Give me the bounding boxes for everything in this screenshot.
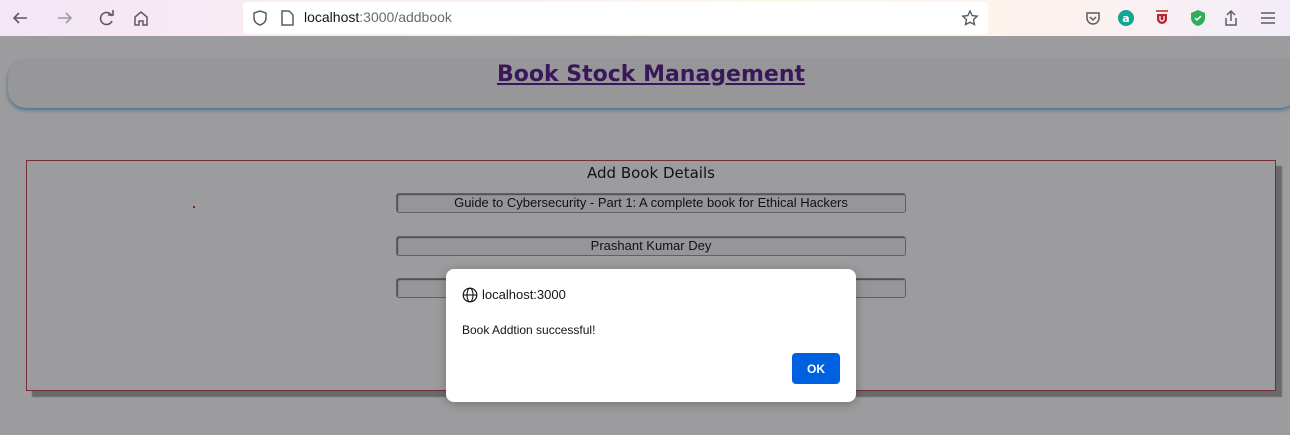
bookmark-star-icon[interactable] xyxy=(958,6,982,30)
extension-a-icon[interactable]: a xyxy=(1114,6,1138,30)
url-text[interactable]: localhost:3000/addbook xyxy=(304,9,452,25)
back-icon[interactable] xyxy=(8,6,32,30)
share-icon[interactable] xyxy=(1219,6,1243,30)
forward-icon[interactable] xyxy=(53,6,77,30)
url-host: localhost xyxy=(304,9,360,25)
menu-icon[interactable] xyxy=(1256,6,1280,30)
tracking-shield-icon[interactable] xyxy=(248,6,272,30)
extension-shield-icon[interactable] xyxy=(1186,6,1210,30)
alert-dialog: localhost:3000 Book Addtion successful! … xyxy=(446,269,856,402)
page-icon[interactable] xyxy=(275,6,299,30)
pocket-icon[interactable] xyxy=(1081,6,1105,30)
dialog-origin: localhost:3000 xyxy=(482,287,566,302)
svg-text:a: a xyxy=(1122,12,1129,25)
url-path: :3000/addbook xyxy=(359,9,452,25)
reload-icon[interactable] xyxy=(95,6,119,30)
ok-button[interactable]: OK xyxy=(792,353,840,384)
home-icon[interactable] xyxy=(129,6,153,30)
browser-toolbar: localhost:3000/addbook a xyxy=(0,0,1290,36)
globe-icon xyxy=(462,287,478,303)
dialog-message: Book Addtion successful! xyxy=(462,323,596,337)
extension-ublock-icon[interactable] xyxy=(1150,6,1174,30)
